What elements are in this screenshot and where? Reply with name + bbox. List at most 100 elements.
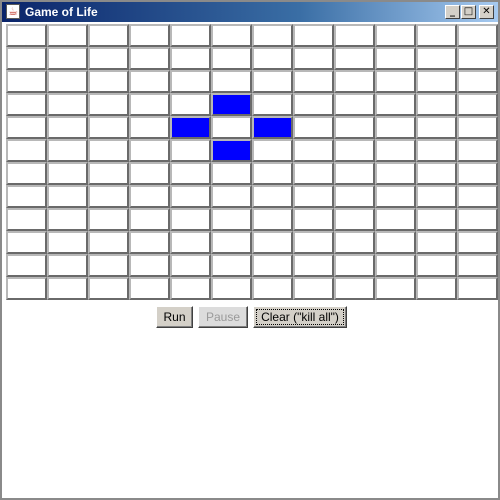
grid-cell[interactable]: [170, 24, 211, 47]
grid-cell[interactable]: [375, 208, 416, 231]
grid-cell[interactable]: [47, 70, 88, 93]
grid-cell[interactable]: [129, 208, 170, 231]
grid-cell[interactable]: [6, 162, 47, 185]
live-cell[interactable]: [211, 139, 252, 162]
grid-cell[interactable]: [293, 47, 334, 70]
live-cell[interactable]: [252, 116, 293, 139]
grid-cell[interactable]: [170, 47, 211, 70]
grid-cell[interactable]: [375, 24, 416, 47]
grid-cell[interactable]: [47, 162, 88, 185]
grid-cell[interactable]: [416, 277, 457, 300]
grid-cell[interactable]: [293, 93, 334, 116]
grid-cell[interactable]: [211, 24, 252, 47]
grid-cell[interactable]: [457, 116, 498, 139]
grid-cell[interactable]: [293, 231, 334, 254]
grid-cell[interactable]: [47, 277, 88, 300]
grid-cell[interactable]: [457, 185, 498, 208]
grid-cell[interactable]: [170, 185, 211, 208]
grid-cell[interactable]: [457, 208, 498, 231]
grid-cell[interactable]: [252, 139, 293, 162]
grid-cell[interactable]: [47, 93, 88, 116]
grid-cell[interactable]: [252, 47, 293, 70]
grid-cell[interactable]: [47, 47, 88, 70]
close-button[interactable]: ✕: [479, 5, 494, 19]
grid-cell[interactable]: [6, 277, 47, 300]
grid-cell[interactable]: [375, 231, 416, 254]
grid-cell[interactable]: [6, 254, 47, 277]
grid-cell[interactable]: [334, 47, 375, 70]
grid-cell[interactable]: [375, 70, 416, 93]
grid-cell[interactable]: [47, 116, 88, 139]
grid-cell[interactable]: [170, 231, 211, 254]
grid-cell[interactable]: [375, 93, 416, 116]
grid-cell[interactable]: [47, 254, 88, 277]
grid-cell[interactable]: [375, 254, 416, 277]
title-bar[interactable]: ☕ Game of Life _ □ ✕: [2, 2, 498, 22]
grid-cell[interactable]: [375, 277, 416, 300]
grid-cell[interactable]: [88, 231, 129, 254]
grid-cell[interactable]: [211, 162, 252, 185]
grid-cell[interactable]: [416, 116, 457, 139]
grid-cell[interactable]: [170, 70, 211, 93]
grid-cell[interactable]: [375, 185, 416, 208]
live-cell[interactable]: [211, 93, 252, 116]
grid-cell[interactable]: [416, 254, 457, 277]
grid-cell[interactable]: [457, 93, 498, 116]
grid-cell[interactable]: [129, 70, 170, 93]
grid-cell[interactable]: [375, 162, 416, 185]
grid-cell[interactable]: [211, 185, 252, 208]
grid-cell[interactable]: [293, 208, 334, 231]
minimize-button[interactable]: _: [445, 5, 460, 19]
grid-cell[interactable]: [88, 277, 129, 300]
grid-cell[interactable]: [47, 139, 88, 162]
grid-cell[interactable]: [293, 139, 334, 162]
grid-cell[interactable]: [88, 47, 129, 70]
grid-cell[interactable]: [334, 139, 375, 162]
grid-cell[interactable]: [334, 116, 375, 139]
grid-cell[interactable]: [6, 70, 47, 93]
maximize-button[interactable]: □: [461, 5, 476, 19]
grid-cell[interactable]: [211, 254, 252, 277]
grid-cell[interactable]: [416, 185, 457, 208]
grid-cell[interactable]: [129, 93, 170, 116]
grid-cell[interactable]: [293, 277, 334, 300]
grid-cell[interactable]: [170, 277, 211, 300]
grid-cell[interactable]: [334, 254, 375, 277]
run-button[interactable]: Run: [156, 306, 193, 328]
grid-cell[interactable]: [252, 254, 293, 277]
grid-cell[interactable]: [6, 116, 47, 139]
grid-cell[interactable]: [457, 24, 498, 47]
grid-cell[interactable]: [252, 185, 293, 208]
grid-cell[interactable]: [252, 231, 293, 254]
grid-cell[interactable]: [334, 208, 375, 231]
grid-cell[interactable]: [416, 208, 457, 231]
grid-cell[interactable]: [6, 139, 47, 162]
grid-cell[interactable]: [211, 231, 252, 254]
grid-cell[interactable]: [252, 93, 293, 116]
grid-cell[interactable]: [6, 47, 47, 70]
grid-cell[interactable]: [47, 231, 88, 254]
grid-cell[interactable]: [170, 208, 211, 231]
grid-cell[interactable]: [457, 277, 498, 300]
grid-cell[interactable]: [129, 185, 170, 208]
grid-cell[interactable]: [88, 185, 129, 208]
grid-cell[interactable]: [375, 47, 416, 70]
grid-cell[interactable]: [416, 231, 457, 254]
grid-cell[interactable]: [170, 93, 211, 116]
grid-cell[interactable]: [88, 24, 129, 47]
grid-cell[interactable]: [211, 208, 252, 231]
grid-cell[interactable]: [416, 70, 457, 93]
grid-cell[interactable]: [170, 139, 211, 162]
grid-cell[interactable]: [293, 185, 334, 208]
grid-cell[interactable]: [88, 116, 129, 139]
grid-cell[interactable]: [6, 185, 47, 208]
grid-cell[interactable]: [457, 139, 498, 162]
clear-button[interactable]: Clear ("kill all"): [253, 306, 347, 328]
grid-cell[interactable]: [416, 24, 457, 47]
grid-cell[interactable]: [457, 70, 498, 93]
grid-cell[interactable]: [416, 162, 457, 185]
grid-cell[interactable]: [129, 231, 170, 254]
grid-cell[interactable]: [416, 139, 457, 162]
grid-cell[interactable]: [129, 277, 170, 300]
grid-cell[interactable]: [6, 231, 47, 254]
